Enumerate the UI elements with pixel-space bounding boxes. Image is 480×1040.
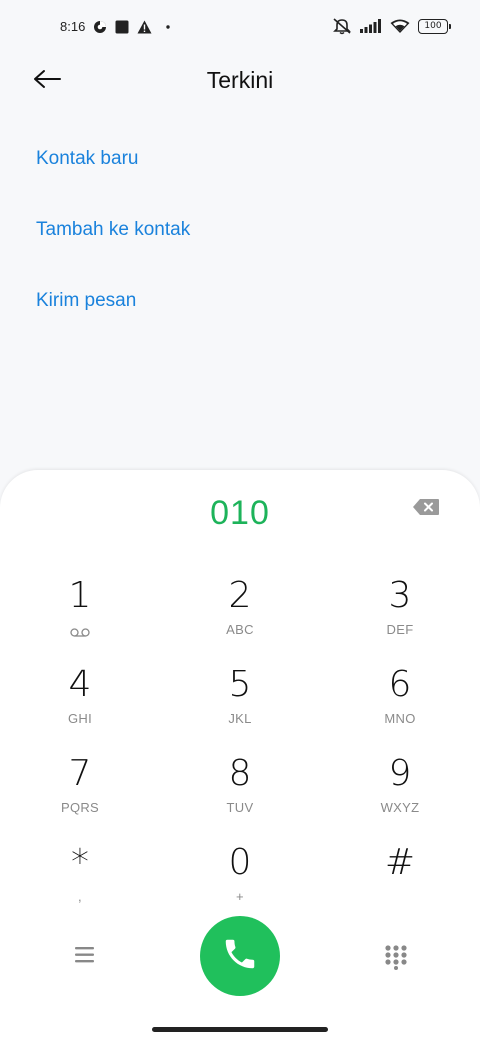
new-contact-link[interactable]: Kontak baru [36,148,138,170]
key-letters: ABC [226,622,254,637]
signal-icon [360,19,382,33]
status-right: 100 [332,17,451,35]
key-digit: 4 [68,664,92,705]
key-2[interactable]: 2 ABC [180,576,300,656]
muted-icon [332,17,352,35]
status-bar: 8:16 100 [0,0,480,56]
add-to-contact-link[interactable]: Tambah ke kontak [36,219,190,241]
key-letters: WXYZ [380,800,420,815]
key-6[interactable]: 6 MNO [340,665,460,745]
key-4[interactable]: 4 GHI [20,665,140,745]
dialer-bottom-bar [0,914,480,1004]
header: Terkini [0,56,480,106]
key-letters: GHI [67,711,92,726]
dialed-number: 010 [210,494,270,532]
key-9[interactable]: 9 WXYZ [340,754,460,834]
key-digit: 9 [388,753,412,794]
key-letters: + [236,889,244,904]
page-title: Terkini [206,67,274,93]
backspace-button[interactable] [412,498,442,520]
key-digit: 2 [228,575,252,616]
voicemail-icon [20,624,140,642]
key-digit: # [384,842,416,883]
call-button[interactable] [200,916,280,996]
key-letters: DEF [386,622,414,637]
home-indicator[interactable] [152,1027,328,1032]
key-digit: 7 [68,753,92,794]
key-8[interactable]: 8 TUV [180,754,300,834]
key-digit: * [71,842,89,883]
dialpad-grid-icon [384,945,408,974]
key-hash[interactable]: # [340,843,460,923]
menu-button[interactable] [72,944,98,970]
dot-icon [166,24,171,29]
menu-icon [72,947,98,970]
key-letters: MNO [384,711,416,726]
dialpad-toggle-button[interactable] [384,944,408,970]
phone-icon [221,935,259,978]
key-digit: 8 [228,753,252,794]
key-3[interactable]: 3 DEF [340,576,460,656]
battery-icon: 100 [418,18,451,34]
key-letters: TUV [226,800,254,815]
key-digit: 3 [388,575,412,616]
backspace-icon [412,499,440,520]
key-0[interactable]: 0 + [180,843,300,923]
key-letters: , [78,889,82,904]
key-letters: PQRS [60,800,100,815]
dialpad-sheet: 010 1 2 ABC 3 DEF 4 GHI 5 JKL 6 MNO 7 PQ… [0,470,480,1040]
warning-icon [137,20,152,34]
send-message-link[interactable]: Kirim pesan [36,290,136,312]
key-digit: 1 [68,575,92,616]
key-5[interactable]: 5 JKL [180,665,300,745]
key-digit: 6 [388,664,412,705]
status-left: 8:16 [60,19,171,34]
key-digit: 5 [228,664,252,705]
key-1[interactable]: 1 [20,576,140,656]
key-star[interactable]: * , [20,843,140,923]
key-letters: JKL [228,711,252,726]
wifi-icon [390,19,410,34]
square-notification-icon [115,20,129,34]
status-time: 8:16 [60,19,86,34]
key-7[interactable]: 7 PQRS [20,754,140,834]
data-saver-icon [93,20,107,34]
key-digit: 0 [228,842,252,883]
